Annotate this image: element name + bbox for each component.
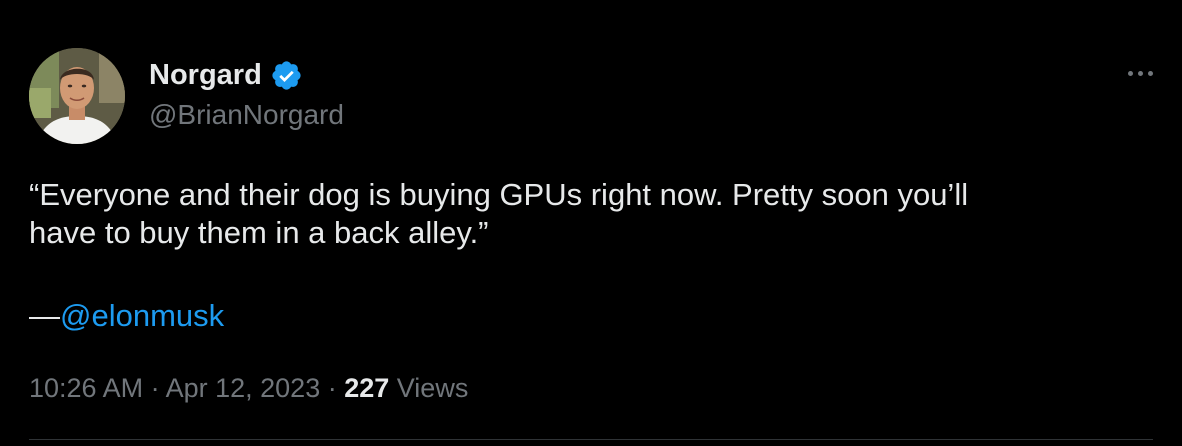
mention-link[interactable]: @elonmusk	[60, 298, 224, 333]
tweet-text-line: “Everyone and their dog is buying GPUs r…	[29, 177, 969, 212]
tweet-text: “Everyone and their dog is buying GPUs r…	[29, 176, 1149, 252]
tweet-meta: 10:26 AM · Apr 12, 2023 · 227 Views	[29, 370, 468, 406]
verified-badge-icon[interactable]	[270, 59, 303, 92]
avatar[interactable]	[29, 48, 125, 144]
tweet-card: Norgard @BrianNorgard “Everyone and thei…	[0, 0, 1182, 446]
author-display-name[interactable]: Norgard	[149, 56, 262, 94]
more-dots-icon	[1147, 70, 1153, 76]
avatar-photo	[29, 48, 125, 144]
meta-separator: ·	[143, 373, 166, 403]
tweet-time[interactable]: 10:26 AM	[29, 373, 143, 403]
author-name-row: Norgard	[149, 56, 303, 94]
more-options-button[interactable]	[1118, 58, 1162, 88]
more-dots-icon	[1137, 70, 1143, 76]
views-count[interactable]: 227	[344, 373, 389, 403]
attribution-dash: —	[29, 298, 60, 333]
quote-attribution: —@elonmusk	[29, 296, 224, 336]
more-dots-icon	[1127, 70, 1133, 76]
tweet-date[interactable]: Apr 12, 2023	[166, 373, 321, 403]
tweet-text-line: have to buy them in a back alley.”	[29, 215, 489, 250]
views-label: Views	[389, 373, 469, 403]
author-handle[interactable]: @BrianNorgard	[149, 97, 344, 133]
divider	[29, 439, 1153, 440]
meta-separator: ·	[320, 373, 345, 403]
